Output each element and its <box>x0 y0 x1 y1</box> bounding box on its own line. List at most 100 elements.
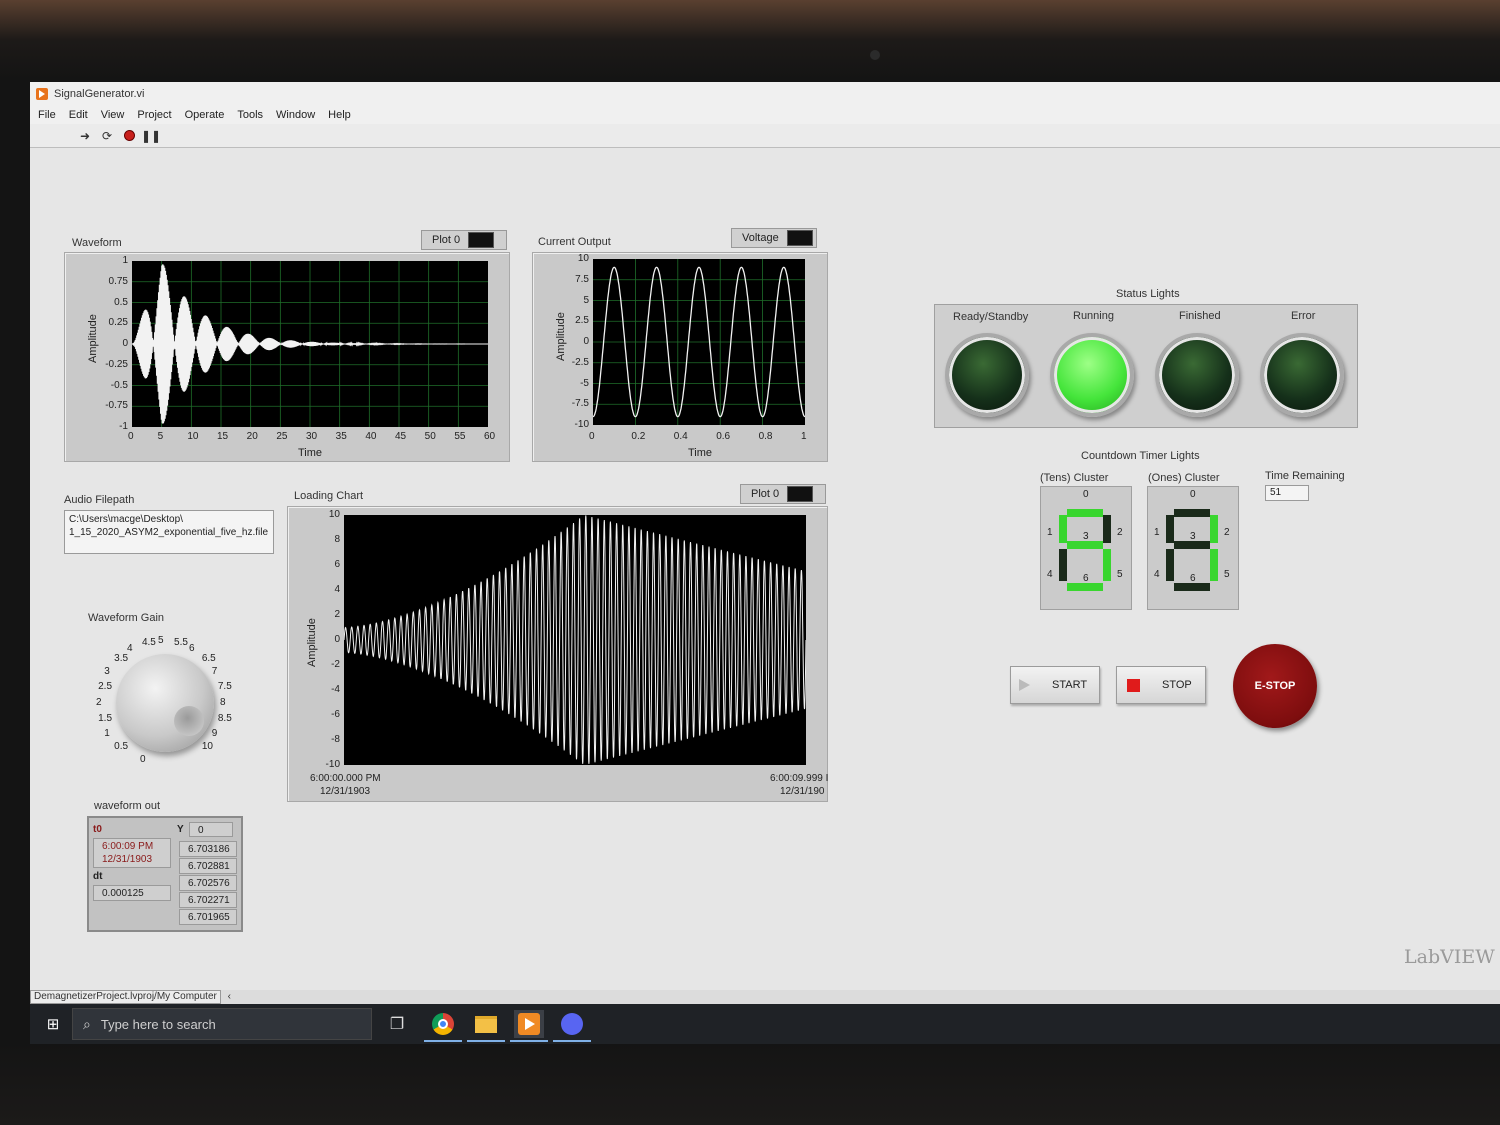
waveform-gain-knob[interactable] <box>116 654 214 752</box>
menu-window[interactable]: Window <box>276 106 315 124</box>
current-output-y-tick: -2.5 <box>571 356 589 368</box>
e-stop-button[interactable]: E-STOP <box>1233 644 1317 728</box>
menu-view[interactable]: View <box>101 106 125 124</box>
taskbar-search-input[interactable]: ⌕ Type here to search <box>72 1008 372 1040</box>
plot-style-icon <box>468 232 495 248</box>
filepath-line-1: C:\Users\macge\Desktop\ <box>69 514 183 525</box>
knob-scale-label: 3.5 <box>114 653 129 665</box>
loading-chart-plot-area[interactable] <box>343 515 807 765</box>
segment-4 <box>1166 549 1174 581</box>
current-output-legend[interactable]: Voltage <box>731 228 817 248</box>
loading-chart-y-tick: 6 <box>334 559 340 570</box>
waveform-y-tick: -0.75 <box>105 400 128 412</box>
plot-style-icon <box>786 230 813 246</box>
dt-label: dt <box>93 871 103 882</box>
t0-value: 6:00:09 PM 12/31/1903 <box>93 838 171 868</box>
knob-scale-label: 4.5 <box>141 637 156 649</box>
segment-label: 5 <box>1117 569 1123 580</box>
y-value-1: 6.702881 <box>179 858 237 874</box>
current-output-plot-area[interactable] <box>592 259 806 425</box>
knob-scale-label: 1 <box>104 728 110 739</box>
waveform-xlabel: Time <box>298 447 323 459</box>
knob-grip <box>174 706 204 736</box>
waveform-x-tick: 5 <box>157 431 164 442</box>
waveform-y-tick: 0.25 <box>108 317 128 329</box>
abort-execution-icon[interactable] <box>122 129 136 143</box>
menu-operate[interactable]: Operate <box>185 106 225 124</box>
segment-6 <box>1174 583 1210 591</box>
project-path[interactable]: DemagnetizerProject.lvproj/My Computer <box>30 990 221 1004</box>
task-view-icon[interactable]: ❐ <box>382 1010 412 1038</box>
stop-button-label: STOP <box>1162 679 1192 691</box>
current-output-y-tick: -10 <box>574 419 589 430</box>
y-label: Y <box>177 824 184 835</box>
knob-scale-label: 5 <box>158 635 164 646</box>
current-output-ylabel: Amplitude <box>555 312 567 361</box>
waveform-x-tick: 20 <box>246 431 258 442</box>
pause-icon[interactable]: ❚❚ <box>141 129 161 143</box>
segment-label: 2 <box>1224 527 1230 538</box>
scroll-left-icon[interactable]: ‹ <box>228 991 231 1002</box>
audio-filepath-field[interactable]: C:\Users\macge\Desktop\ 1_15_2020_ASYM2_… <box>64 510 274 554</box>
discord-icon[interactable] <box>553 1010 591 1042</box>
current-output-x-tick: 0.4 <box>673 431 688 442</box>
loading-chart-legend[interactable]: Plot 0 <box>740 484 826 504</box>
loading-chart-legend-label: Plot 0 <box>751 488 780 500</box>
run-continuously-icon[interactable]: ⟳ <box>100 129 114 143</box>
status-lights-title: Status Lights <box>1116 288 1180 300</box>
waveform-plot-legend[interactable]: Plot 0 <box>421 230 507 250</box>
current-output-y-tick: 5 <box>583 294 589 306</box>
loading-chart-x-start-date: 12/31/1903 <box>320 786 371 797</box>
segment-5 <box>1210 549 1218 581</box>
plot-style-icon <box>787 486 814 502</box>
segment-label: 6 <box>1083 573 1089 584</box>
knob-scale-label: 5.5 <box>174 637 188 649</box>
current-output-y-tick: 0 <box>583 336 589 347</box>
windows-start-icon[interactable]: ⊞ <box>38 1010 68 1038</box>
menu-tools[interactable]: Tools <box>237 106 263 124</box>
knob-scale-label: 8.5 <box>217 713 232 725</box>
segment-label: 3 <box>1190 531 1196 542</box>
play-icon <box>1019 679 1030 691</box>
led-label-error: Error <box>1291 310 1316 322</box>
waveform-plot-area[interactable] <box>131 261 488 427</box>
windows-taskbar: ⊞ ⌕ Type here to search ❐ <box>30 1004 1500 1044</box>
waveform-out-indicator: t0 6:00:09 PM 12/31/1903 dt 0.000125 Y 0… <box>87 816 243 932</box>
front-panel: Waveform Plot 0 Amplitude Time 1 0.75 0.5 0… <box>30 148 1500 990</box>
waveform-x-tick: 30 <box>306 431 318 442</box>
knob-scale-label: 7 <box>211 666 218 677</box>
stop-button[interactable]: STOP <box>1116 666 1206 704</box>
window-title: SignalGenerator.vi <box>54 88 145 100</box>
menu-edit[interactable]: Edit <box>69 106 88 124</box>
chrome-icon[interactable] <box>424 1010 462 1042</box>
loading-chart-y-tick: 4 <box>334 584 340 595</box>
menu-file[interactable]: File <box>38 106 56 124</box>
loading-chart-ylabel: Amplitude <box>306 618 318 667</box>
segment-3 <box>1174 541 1210 549</box>
file-explorer-icon[interactable] <box>467 1010 505 1042</box>
y-array-index[interactable]: 0 <box>189 822 233 837</box>
current-output-x-tick: 0 <box>589 431 595 442</box>
knob-scale-label: 2 <box>96 697 102 708</box>
menu-help[interactable]: Help <box>328 106 351 124</box>
waveform-y-tick: -1 <box>119 421 128 432</box>
segment-4 <box>1059 549 1067 581</box>
menu-project[interactable]: Project <box>137 106 171 124</box>
loading-chart-y-tick: 8 <box>334 534 340 545</box>
y-value-0: 6.703186 <box>179 841 237 857</box>
labview-watermark: LabVIEW <box>1404 946 1495 968</box>
labview-taskbar-icon[interactable] <box>510 1010 548 1042</box>
waveform-graph: Amplitude Time 1 0.75 0.5 0.25 0 -0.25 -0.5 -0.… <box>64 252 510 462</box>
t0-time: 6:00:09 PM <box>102 841 154 852</box>
current-output-legend-label: Voltage <box>742 232 779 244</box>
start-button[interactable]: START <box>1010 666 1100 704</box>
loading-chart: Amplitude 6:00:00.000 PM 12/31/1903 6:00… <box>287 506 828 802</box>
segment-3 <box>1067 541 1103 549</box>
segment-label: 4 <box>1154 569 1160 580</box>
run-arrow-icon[interactable]: ➜ <box>78 129 92 143</box>
segment-label: 5 <box>1224 569 1230 580</box>
waveform-graph-label: Waveform <box>72 237 122 249</box>
waveform-y-tick: 1 <box>122 255 128 266</box>
knob-scale-label: 10 <box>201 740 213 752</box>
loading-chart-x-end-date: 12/31/190 <box>780 786 825 797</box>
